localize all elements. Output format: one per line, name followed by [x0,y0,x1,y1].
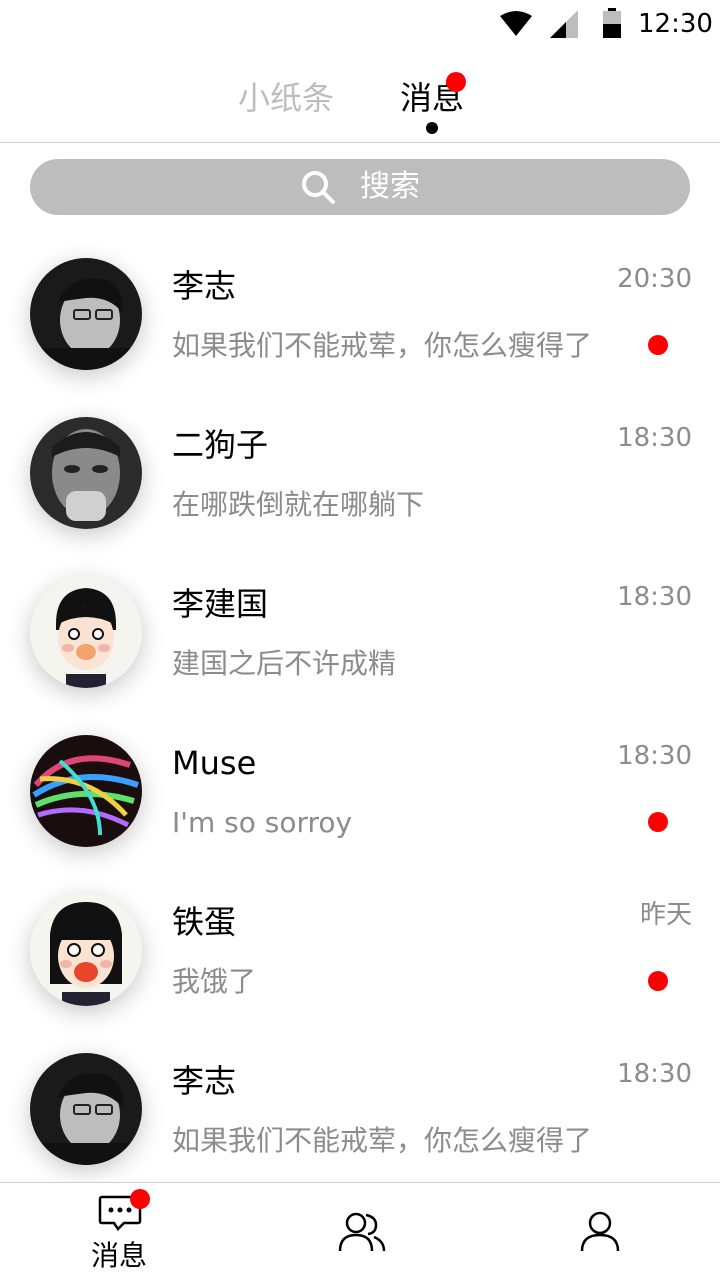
contact-name: 铁蛋 [172,903,237,941]
contact-name: 李建国 [172,585,269,623]
message-time: 18:30 [617,1059,692,1089]
avatar[interactable] [30,894,142,1006]
message-preview: I'm so sorroy [172,806,353,839]
status-time: 12:30 [638,9,713,39]
search-bar[interactable]: 搜索 [30,159,690,215]
search-placeholder: 搜索 [360,169,420,204]
unread-dot [648,971,668,991]
conversation-item[interactable]: 二狗子 18:30 在哪跌倒就在哪躺下 [0,417,720,577]
message-preview: 如果我们不能戒荤，你怎么瘦得了 [172,329,593,362]
header-divider [0,142,720,143]
conversation-item[interactable]: 李建国 18:30 建国之后不许成精 [0,576,720,736]
avatar[interactable] [30,735,142,847]
avatar[interactable] [30,258,142,370]
status-bar: 12:30 [0,0,720,50]
contact-name: 李志 [172,267,237,305]
top-tabs: 小纸条 消息 [0,60,720,142]
battery-icon [603,8,621,38]
message-time: 18:30 [617,582,692,612]
contact-name: Muse [172,744,257,782]
message-time: 20:30 [617,264,692,294]
tab-messages[interactable]: 消息 [400,72,466,118]
search-icon [302,171,335,204]
cellular-signal-icon [550,10,578,38]
message-preview: 我饿了 [172,965,257,998]
message-preview: 建国之后不许成精 [172,647,397,680]
wifi-icon [500,11,532,36]
active-tab-indicator [426,122,438,134]
contact-name: 二狗子 [172,426,269,464]
conversation-item[interactable]: 铁蛋 昨天 我饿了 [0,894,720,1054]
message-time: 18:30 [617,741,692,771]
nav-contacts[interactable] [338,1183,386,1281]
conversation-item[interactable]: 李志 20:30 如果我们不能戒荤，你怎么瘦得了 [0,258,720,418]
notification-badge [130,1189,150,1209]
avatar[interactable] [30,576,142,688]
unread-dot [648,812,668,832]
unread-dot [648,335,668,355]
tab-notes-label: 小纸条 [238,79,335,117]
contact-name: 李志 [172,1062,237,1100]
nav-messages[interactable]: 消息 [84,1183,156,1281]
conversation-item[interactable]: Muse 18:30 I'm so sorroy [0,735,720,895]
message-preview: 在哪跌倒就在哪躺下 [172,488,425,521]
nav-profile[interactable] [580,1183,620,1281]
contacts-icon [338,1212,386,1252]
profile-icon [580,1211,620,1252]
message-time: 18:30 [617,423,692,453]
avatar[interactable] [30,417,142,529]
bottom-nav: 消息 [0,1182,720,1281]
avatar[interactable] [30,1053,142,1165]
message-preview: 如果我们不能戒荤，你怎么瘦得了 [172,1124,593,1157]
notification-badge [446,72,466,92]
message-time: 昨天 [639,900,692,930]
tab-notes[interactable]: 小纸条 [238,78,334,118]
nav-messages-label: 消息 [91,1239,148,1272]
